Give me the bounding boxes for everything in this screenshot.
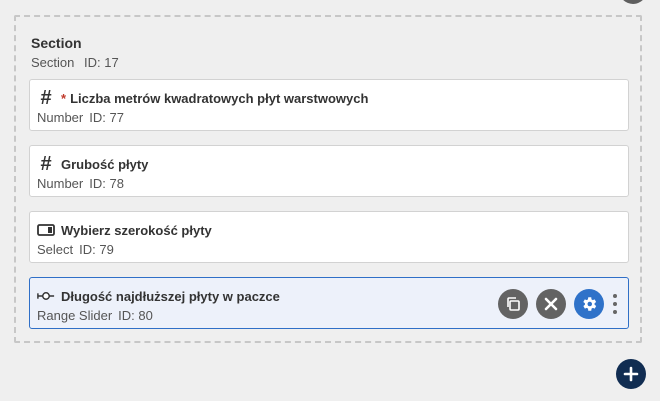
field-actions (490, 288, 620, 320)
field-subtitle: Number ID: 78 (37, 176, 124, 191)
add-field-button[interactable] (616, 359, 646, 389)
field-item-77[interactable]: # * Liczba metrów kwadratowych płyt warst… (29, 79, 629, 131)
kebab-menu-icon[interactable] (610, 289, 620, 319)
hash-icon: # (40, 153, 52, 175)
field-type-label: Range Slider (37, 308, 113, 323)
copy-icon[interactable] (498, 289, 528, 319)
section-type-label: Section (31, 55, 75, 70)
field-subtitle: Select ID: 79 (37, 242, 114, 257)
range-slider-icon (37, 286, 55, 306)
field-subtitle: Number ID: 77 (37, 110, 124, 125)
top-add-button-partial[interactable] (619, 0, 647, 4)
field-item-79[interactable]: Wybierz szerokość płyty Select ID: 79 (29, 211, 629, 263)
field-id-label: ID: 77 (89, 110, 124, 125)
plus-icon (623, 366, 639, 382)
field-subtitle: Range Slider ID: 80 (37, 308, 153, 323)
gear-icon[interactable] (574, 289, 604, 319)
select-icon (37, 220, 55, 240)
section-id-label: ID: 17 (84, 55, 119, 70)
field-id-label: ID: 78 (89, 176, 124, 191)
section-title: Section (31, 35, 82, 51)
field-title-text: Liczba metrów kwadratowych płyt warstwow… (70, 91, 369, 106)
field-title: Wybierz szerokość płyty (61, 223, 212, 238)
field-item-80[interactable]: Długość najdłuższej płyty w paczce Range… (29, 277, 629, 329)
field-id-label: ID: 80 (118, 308, 153, 323)
field-item-78[interactable]: # Grubość płyty Number ID: 78 (29, 145, 629, 197)
field-type-label: Number (37, 110, 84, 125)
field-title: * Liczba metrów kwadratowych płyt warstwo… (61, 91, 368, 106)
field-type-label: Number (37, 176, 84, 191)
hash-icon: # (40, 87, 52, 109)
field-type-label: Select (37, 242, 74, 257)
field-title: Długość najdłuższej płyty w paczce (61, 289, 280, 304)
section-subtitle: Section ID: 17 (31, 55, 119, 70)
field-title: Grubość płyty (61, 157, 149, 172)
required-mark: * (61, 91, 67, 106)
close-icon[interactable] (536, 289, 566, 319)
field-id-label: ID: 79 (79, 242, 114, 257)
